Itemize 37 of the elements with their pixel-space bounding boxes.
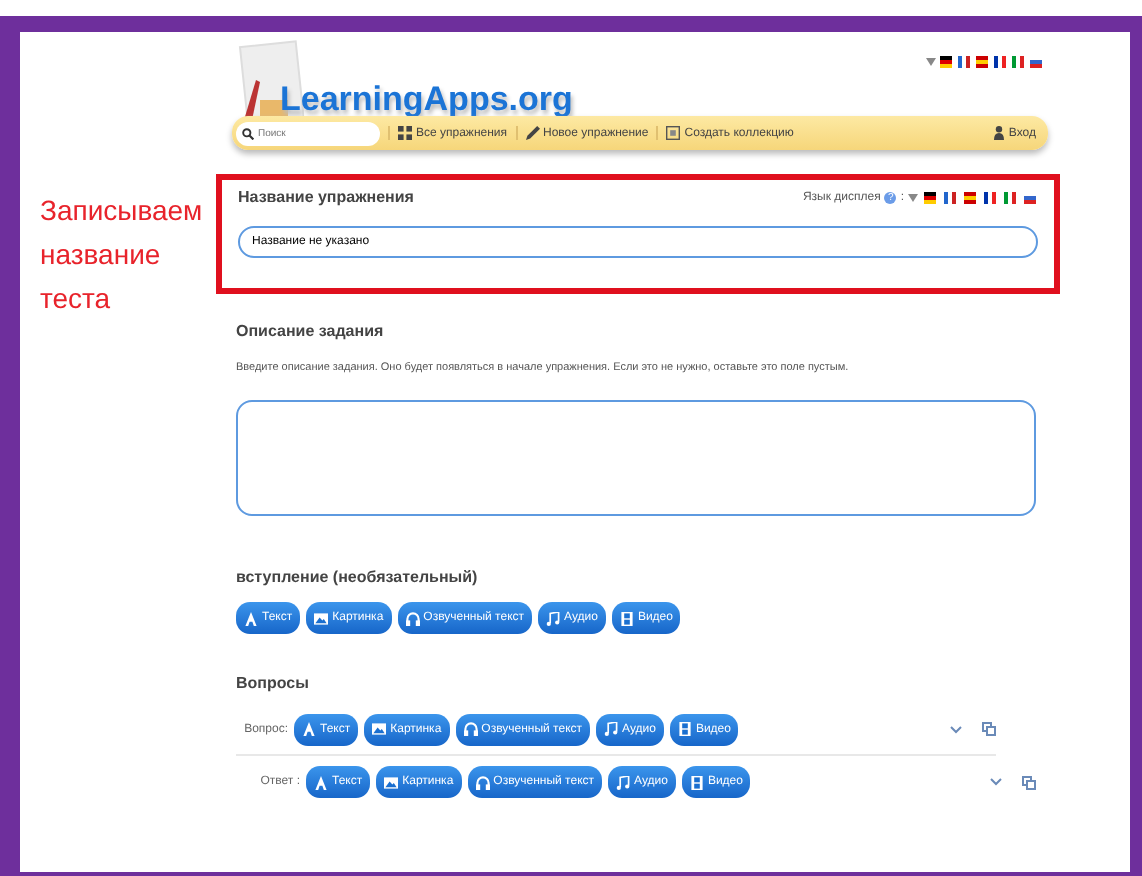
- search-icon: [242, 127, 254, 139]
- dropdown-caret-icon[interactable]: [926, 58, 936, 66]
- logo-text[interactable]: LearningApps.org: [280, 80, 573, 120]
- film-icon: [689, 775, 704, 789]
- music-note-icon: [616, 775, 631, 789]
- letter-a-icon: [314, 775, 328, 789]
- image-icon: [314, 611, 329, 625]
- letter-a-icon: [302, 722, 316, 736]
- flag-icon[interactable]: [982, 191, 998, 203]
- grid-icon: [398, 126, 412, 140]
- flag-icon[interactable]: [922, 191, 938, 203]
- headphones-icon: [475, 775, 490, 789]
- music-note-icon: [546, 611, 561, 625]
- headphones-icon: [405, 611, 420, 625]
- music-note-icon: [604, 722, 619, 736]
- section-heading: Вопросы: [236, 674, 311, 692]
- image-icon: [384, 775, 399, 789]
- film-icon: [619, 611, 634, 625]
- image-icon: [372, 722, 387, 736]
- collection-icon: [666, 126, 681, 140]
- annotation-text: Записываем название теста: [40, 192, 205, 318]
- dropdown-caret-icon[interactable]: [908, 193, 918, 201]
- chevron-down-icon[interactable]: [990, 778, 1002, 786]
- section-heading: Описание задания: [236, 322, 386, 340]
- description-field[interactable]: [236, 400, 1036, 516]
- flag-icon[interactable]: [992, 56, 1008, 68]
- copy-icon[interactable]: [1022, 775, 1036, 789]
- chevron-down-icon[interactable]: [950, 725, 962, 733]
- headphones-icon: [463, 722, 478, 736]
- pencil-icon: [525, 126, 540, 140]
- letter-a-icon: [244, 611, 258, 625]
- section-heading: вступление (необязательный): [236, 568, 480, 586]
- user-icon: [994, 126, 1005, 140]
- section-heading: Название упражнения: [238, 188, 414, 206]
- film-icon: [677, 722, 692, 736]
- flag-icon[interactable]: [938, 56, 954, 68]
- copy-icon[interactable]: [982, 722, 996, 736]
